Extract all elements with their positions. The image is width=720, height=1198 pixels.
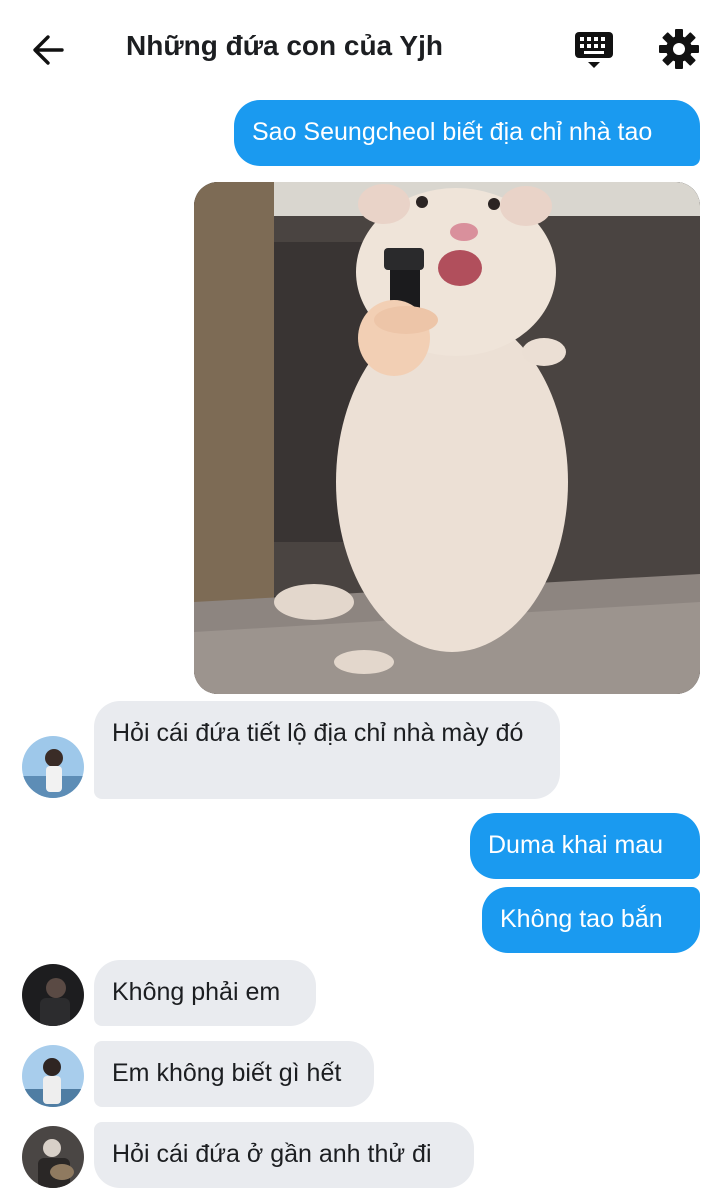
hamster-gun-image: [194, 182, 700, 694]
outgoing-message[interactable]: Sao Seungcheol biết địa chỉ nhà tao: [234, 100, 700, 166]
outgoing-message[interactable]: Không tao bắn: [482, 887, 700, 953]
incoming-message[interactable]: Em không biết gì hết: [94, 1041, 374, 1107]
chat-header: Những đứa con của Yjh: [0, 0, 720, 98]
outgoing-message[interactable]: Duma khai mau: [470, 813, 700, 879]
arrow-left-icon[interactable]: [24, 28, 72, 72]
avatar[interactable]: [22, 736, 84, 798]
avatar[interactable]: [22, 1045, 84, 1107]
gear-icon[interactable]: [656, 26, 702, 72]
avatar[interactable]: [22, 1126, 84, 1188]
keyboard-icon[interactable]: [572, 28, 616, 72]
incoming-message[interactable]: Hỏi cái đứa tiết lộ địa chỉ nhà mày đó: [94, 701, 560, 799]
chat-title: Những đứa con của Yjh: [126, 30, 443, 61]
avatar[interactable]: [22, 964, 84, 1026]
shared-image[interactable]: [194, 182, 700, 694]
incoming-message[interactable]: Hỏi cái đứa ở gần anh thử đi: [94, 1122, 474, 1188]
incoming-message[interactable]: Không phải em: [94, 960, 316, 1026]
